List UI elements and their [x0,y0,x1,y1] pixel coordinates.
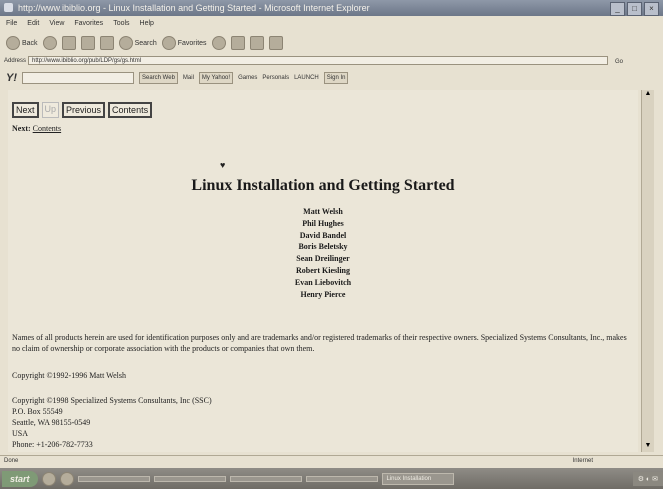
system-tray: ⚙ ◐ ✉ [632,471,663,486]
edit-button[interactable] [268,36,283,50]
forward-button[interactable] [42,36,57,50]
next-button[interactable]: Next [12,102,39,118]
author-list: Matt Welsh Phil Hughes David Bandel Bori… [8,206,638,300]
ie-icon [4,3,13,12]
refresh-button[interactable] [80,36,95,50]
zone-text: Internet [572,458,593,464]
taskbar-item[interactable] [153,475,226,482]
next-line: Next: Contents [12,124,61,133]
back-arrow-icon [6,36,20,50]
my-yahoo-button[interactable]: My Yahoo! [198,72,234,84]
sign-in-button[interactable]: Sign In [323,72,349,84]
title-bar: http://www.ibiblio.org - Linux Installat… [0,0,663,16]
author: Evan Liebovitch [294,277,352,287]
search-icon [118,36,133,50]
back-button[interactable]: Back [6,36,38,50]
next-link[interactable]: Contents [33,124,61,133]
go-button[interactable]: Go [615,56,623,68]
menu-tools[interactable]: Tools [113,17,129,30]
copyright-line: USA [12,429,29,438]
start-button[interactable]: start [2,470,38,487]
status-bar: Done Internet [0,455,663,467]
games-link[interactable]: Games [238,75,257,81]
up-button: Up [41,102,60,118]
address-label: Address [4,58,27,64]
taskbar: start Linux Installation ⚙ ◐ ✉ [0,468,663,489]
star-icon [161,36,176,50]
maximize-button[interactable]: □ [627,2,642,16]
author: Matt Welsh [303,207,343,216]
author: Sean Dreilinger [296,254,350,264]
search-web-button[interactable]: Search Web [139,72,178,84]
copyright-welsh: Copyright ©1992-1996 Matt Welsh [12,371,126,380]
address-input[interactable]: http://www.ibiblio.org/pub/LDP/gs/gs.htm… [28,56,608,65]
mail-link[interactable]: Mail [183,75,194,81]
favorites-label: Favorites [177,39,207,47]
menu-bar: File Edit View Favorites Tools Help [0,17,663,30]
quicklaunch-icon[interactable] [59,471,74,486]
launch-link[interactable]: LAUNCH [294,75,319,81]
search-button[interactable]: Search [118,36,157,50]
page-nav: Next Up Previous Contents [12,102,153,118]
menu-view[interactable]: View [49,17,64,30]
scroll-down-icon[interactable]: ▼ [642,442,654,452]
yahoo-search-input[interactable] [22,72,134,84]
taskbar-item[interactable] [77,475,150,482]
scroll-up-icon[interactable]: ▲ [642,90,654,100]
menu-edit[interactable]: Edit [27,17,39,30]
copyright-ssc: Copyright ©1998 Specialized Systems Cons… [12,395,212,450]
address-bar: Address http://www.ibiblio.org/pub/LDP/g… [0,55,663,67]
personals-link[interactable]: Personals [262,75,289,81]
history-button[interactable] [211,36,226,50]
page-content: Next Up Previous Contents Next: Contents… [8,90,638,452]
close-button[interactable]: × [644,2,659,16]
copyright-line: P.O. Box 55549 [12,407,63,416]
standard-toolbar: Back Search Favorites [0,33,663,53]
taskbar-item[interactable] [229,475,302,482]
copyright-line: Copyright ©1998 Specialized Systems Cons… [12,396,212,405]
browser-window: http://www.ibiblio.org - Linux Installat… [0,0,663,489]
trademark-notice: Names of all products herein are used fo… [12,333,627,353]
author: Robert Kiesling [296,265,350,275]
status-text: Done [4,458,19,464]
taskbar-item[interactable]: Linux Installation [381,472,454,485]
quicklaunch-icon[interactable] [41,471,56,486]
yahoo-toolbar: Y! Search Web Mail My Yahoo! Games Perso… [0,70,663,86]
page-title: Linux Installation and Getting Started [191,177,455,194]
stop-button[interactable] [61,36,76,50]
window-title: http://www.ibiblio.org - Linux Installat… [18,3,370,13]
previous-button[interactable]: Previous [62,102,106,118]
author: Henry Pierce [300,289,346,299]
author: Phil Hughes [302,218,344,228]
contents-button[interactable]: Contents [108,102,153,118]
menu-file[interactable]: File [6,17,17,30]
vertical-scrollbar[interactable]: ▲ ▼ [641,90,654,452]
back-label: Back [22,39,38,47]
taskbar-item[interactable] [305,475,378,482]
author: Boris Beletsky [298,242,348,252]
mouse-cursor-icon: ♥ [220,160,226,170]
print-button[interactable] [249,36,264,50]
author: David Bandel [299,230,347,240]
yahoo-logo[interactable]: Y! [6,72,17,84]
menu-favorites[interactable]: Favorites [74,17,103,30]
home-button[interactable] [99,36,114,50]
favorites-button[interactable]: Favorites [161,36,207,50]
mail-button[interactable] [230,36,245,50]
search-label: Search [134,39,157,47]
menu-help[interactable]: Help [140,17,154,30]
next-label: Next: [12,124,31,133]
copyright-line: Seattle, WA 98155-0549 [12,418,91,427]
minimize-button[interactable]: _ [610,2,625,16]
copyright-line: Phone: +1-206-782-7733 [12,440,93,449]
